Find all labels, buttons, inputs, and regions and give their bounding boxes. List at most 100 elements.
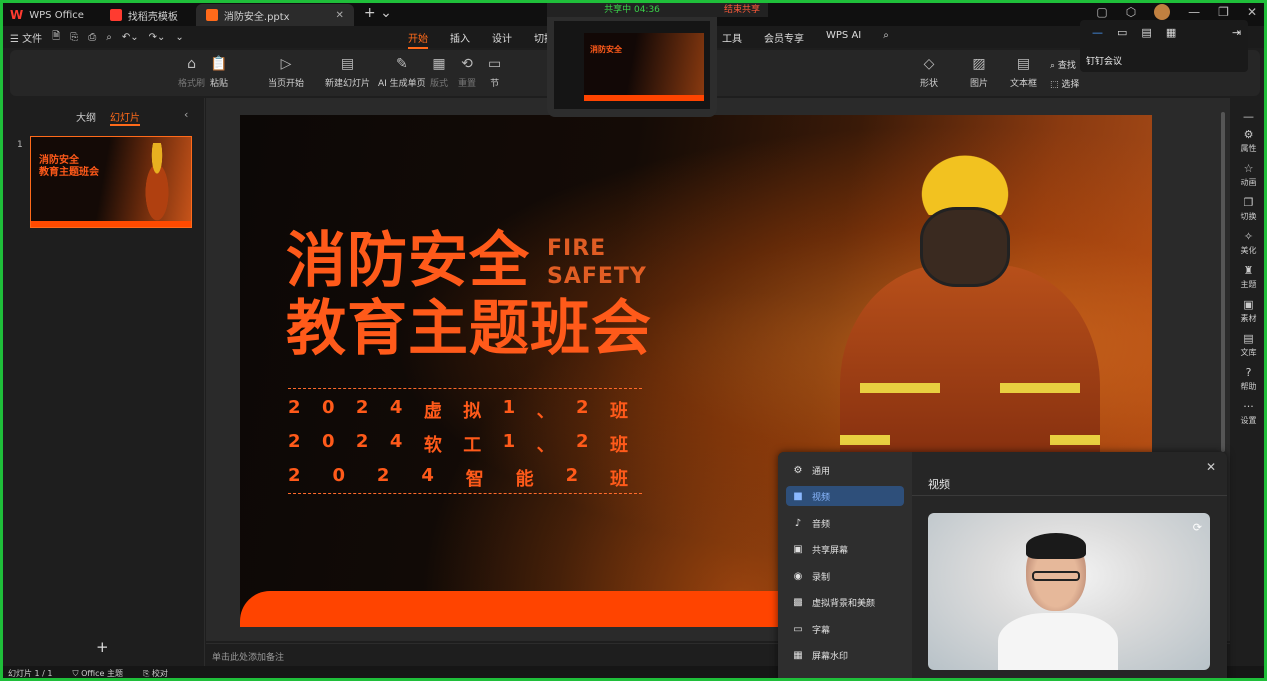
pptx-icon [205, 9, 218, 21]
select-button[interactable]: ⬚ 选择 [1050, 77, 1079, 90]
sidebar-transition[interactable]: ❐ 切换 [1230, 196, 1267, 222]
brush-icon: ⌂ [187, 56, 196, 72]
nav-general[interactable]: ⚙ 通用 [786, 460, 904, 480]
tab-outline[interactable]: 大纲 [76, 109, 96, 126]
paste-button[interactable]: 📋 粘贴 [210, 56, 228, 89]
nav-record[interactable]: ◉ 录制 [786, 566, 904, 586]
more-icon[interactable]: ⌄ [175, 32, 183, 43]
find-button[interactable]: ⌕ 查找 [1050, 58, 1079, 71]
watermark-icon: ▦ [793, 649, 803, 661]
nav-audio[interactable]: ♪ 音频 [786, 513, 904, 533]
class-char: 班 [610, 469, 628, 490]
proofread-status[interactable]: ⎘ 校对 [143, 668, 168, 679]
tab-templates[interactable]: 找稻壳模板 [100, 4, 188, 26]
theme-status[interactable]: ⛉ Office 主题 [73, 668, 123, 679]
layout-button[interactable]: ▦ 版式 [430, 56, 448, 89]
close-icon[interactable]: ✕ [1206, 460, 1216, 474]
nav-label: 共享屏幕 [812, 545, 849, 556]
redo-icon[interactable]: ↷⌄ [149, 32, 166, 43]
menu-member[interactable]: 会员专享 [764, 30, 804, 45]
tab-slides[interactable]: 幻灯片 [110, 109, 140, 126]
class-char: 虚 [423, 401, 442, 422]
section-button[interactable]: ▭ 节 [488, 56, 501, 89]
close-tab-icon[interactable]: ✕ [336, 10, 344, 21]
tab-document[interactable]: 消防安全.pptx ✕ [195, 4, 354, 26]
nav-label: 虚拟背景和美颜 [812, 598, 876, 609]
collapse-sidebar-icon[interactable]: — [1230, 110, 1267, 123]
save-icon[interactable]: 🗎 [52, 29, 60, 46]
reset-button[interactable]: ⟲ 重置 [458, 56, 476, 89]
library-icon: ▤ [1243, 332, 1254, 345]
restore-icon[interactable]: ❐ [1218, 5, 1229, 19]
class-line-3: 2 0 2 4 智 能 2 班 [288, 465, 628, 491]
layout-icon[interactable]: ▤ [1141, 26, 1151, 39]
nav-subtitles[interactable]: ▭ 字幕 [786, 619, 904, 639]
class-char: 2 [288, 397, 301, 418]
vertical-scrollbar[interactable] [1221, 112, 1225, 452]
menu-design[interactable]: 设计 [492, 30, 512, 49]
sidebar-animation[interactable]: ☆ 动画 [1230, 162, 1267, 188]
menu-home[interactable]: 开始 [408, 30, 428, 49]
preview-icon[interactable]: ⌕ [106, 32, 112, 43]
new-tab-icon[interactable]: + ⌄ [364, 5, 392, 21]
cube-icon[interactable]: ⬡ [1126, 5, 1136, 19]
textbox-button[interactable]: ▤ 文本框 [1010, 56, 1037, 89]
menu-wps-ai[interactable]: WPS AI [826, 30, 861, 45]
nav-virtual-bg[interactable]: ▩ 虚拟背景和美颜 [786, 592, 904, 612]
sidebar-help[interactable]: ? 帮助 [1230, 366, 1267, 392]
sidebar-properties[interactable]: ⚙ 属性 [1230, 128, 1267, 154]
undo-icon[interactable]: ↶⌄ [122, 32, 139, 43]
new-slide-button[interactable]: ▤ 新建幻灯片 [325, 56, 370, 89]
notes-placeholder: 单击此处添加备注 [212, 653, 285, 663]
class-char: 班 [609, 401, 628, 422]
collapse-pane-icon[interactable]: ‹ [184, 108, 188, 121]
textbox-icon: ▤ [1016, 56, 1031, 72]
add-slide-icon[interactable]: + [96, 638, 109, 656]
menu-tools[interactable]: 工具 [722, 30, 742, 45]
slide-thumbnail[interactable]: 消防安全 教育主题班会 [30, 136, 192, 228]
wps-logo-icon: W [10, 8, 24, 22]
grid-icon[interactable]: ▦ [1166, 26, 1176, 39]
print-icon[interactable]: ⎙ [88, 32, 96, 43]
sidebar-library[interactable]: ▤ 文库 [1230, 332, 1267, 358]
file-menu[interactable]: ☰ 文件 [10, 30, 42, 45]
close-window-icon[interactable]: ✕ [1247, 5, 1257, 19]
sidebar-theme[interactable]: ♜ 主题 [1230, 264, 1267, 290]
help-icon: ? [1245, 366, 1252, 379]
sidebar-settings[interactable]: ··· 设置 [1230, 400, 1267, 426]
end-share-button[interactable]: 结束共享 [716, 3, 768, 17]
search-icon[interactable]: ⌕ [883, 30, 889, 45]
thumb-title: 消防安全 教育主题班会 [39, 155, 99, 178]
sidebar-beautify[interactable]: ✧ 美化 [1230, 230, 1267, 256]
image-button[interactable]: ▨ 图片 [970, 56, 988, 89]
shape-button[interactable]: ◇ 形状 [920, 56, 938, 89]
tab-wps-office[interactable]: W WPS Office [0, 4, 94, 26]
share-status: 共享中 04:36 [547, 3, 717, 17]
nav-share-screen[interactable]: ▣ 共享屏幕 [786, 539, 904, 559]
menu-insert[interactable]: 插入 [450, 30, 470, 49]
nav-watermark[interactable]: ▦ 屏幕水印 [786, 645, 904, 665]
format-painter-button[interactable]: ⌂ 格式刷 [178, 56, 205, 89]
sidebar-label: 素材 [1240, 314, 1257, 323]
ai-single-page-button[interactable]: ✎ AI 生成单页 [378, 56, 426, 89]
minimize-icon[interactable]: — [1092, 26, 1103, 39]
nav-label: 屏幕水印 [812, 651, 849, 662]
share-timer: 04:36 [633, 5, 660, 15]
start-current-label: 当页开始 [268, 79, 305, 89]
shape-icon: ◇ [923, 56, 935, 72]
select-label: 选择 [1061, 80, 1080, 90]
window-icon[interactable]: ▢ [1096, 5, 1107, 19]
camera-icon: ■ [793, 490, 803, 502]
main-menu-right: 工具 会员专享 WPS AI ⌕ [722, 30, 889, 45]
minimize-icon[interactable]: — [1188, 5, 1200, 19]
rotate-camera-icon[interactable]: ⟳ [1193, 521, 1202, 534]
sidebar-material[interactable]: ▣ 素材 [1230, 298, 1267, 324]
window-icon[interactable]: ▭ [1117, 26, 1127, 39]
exit-icon[interactable]: ⇥ [1232, 26, 1241, 39]
window-controls: ▢ ⬡ — ❐ ✕ [1096, 4, 1257, 20]
avatar[interactable] [1154, 4, 1171, 20]
nav-video[interactable]: ■ 视频 [786, 486, 904, 506]
export-icon[interactable]: ⎘ [70, 32, 78, 43]
start-current-button[interactable]: ▷ 当页开始 [268, 56, 304, 89]
star-icon: ☆ [1243, 162, 1254, 175]
